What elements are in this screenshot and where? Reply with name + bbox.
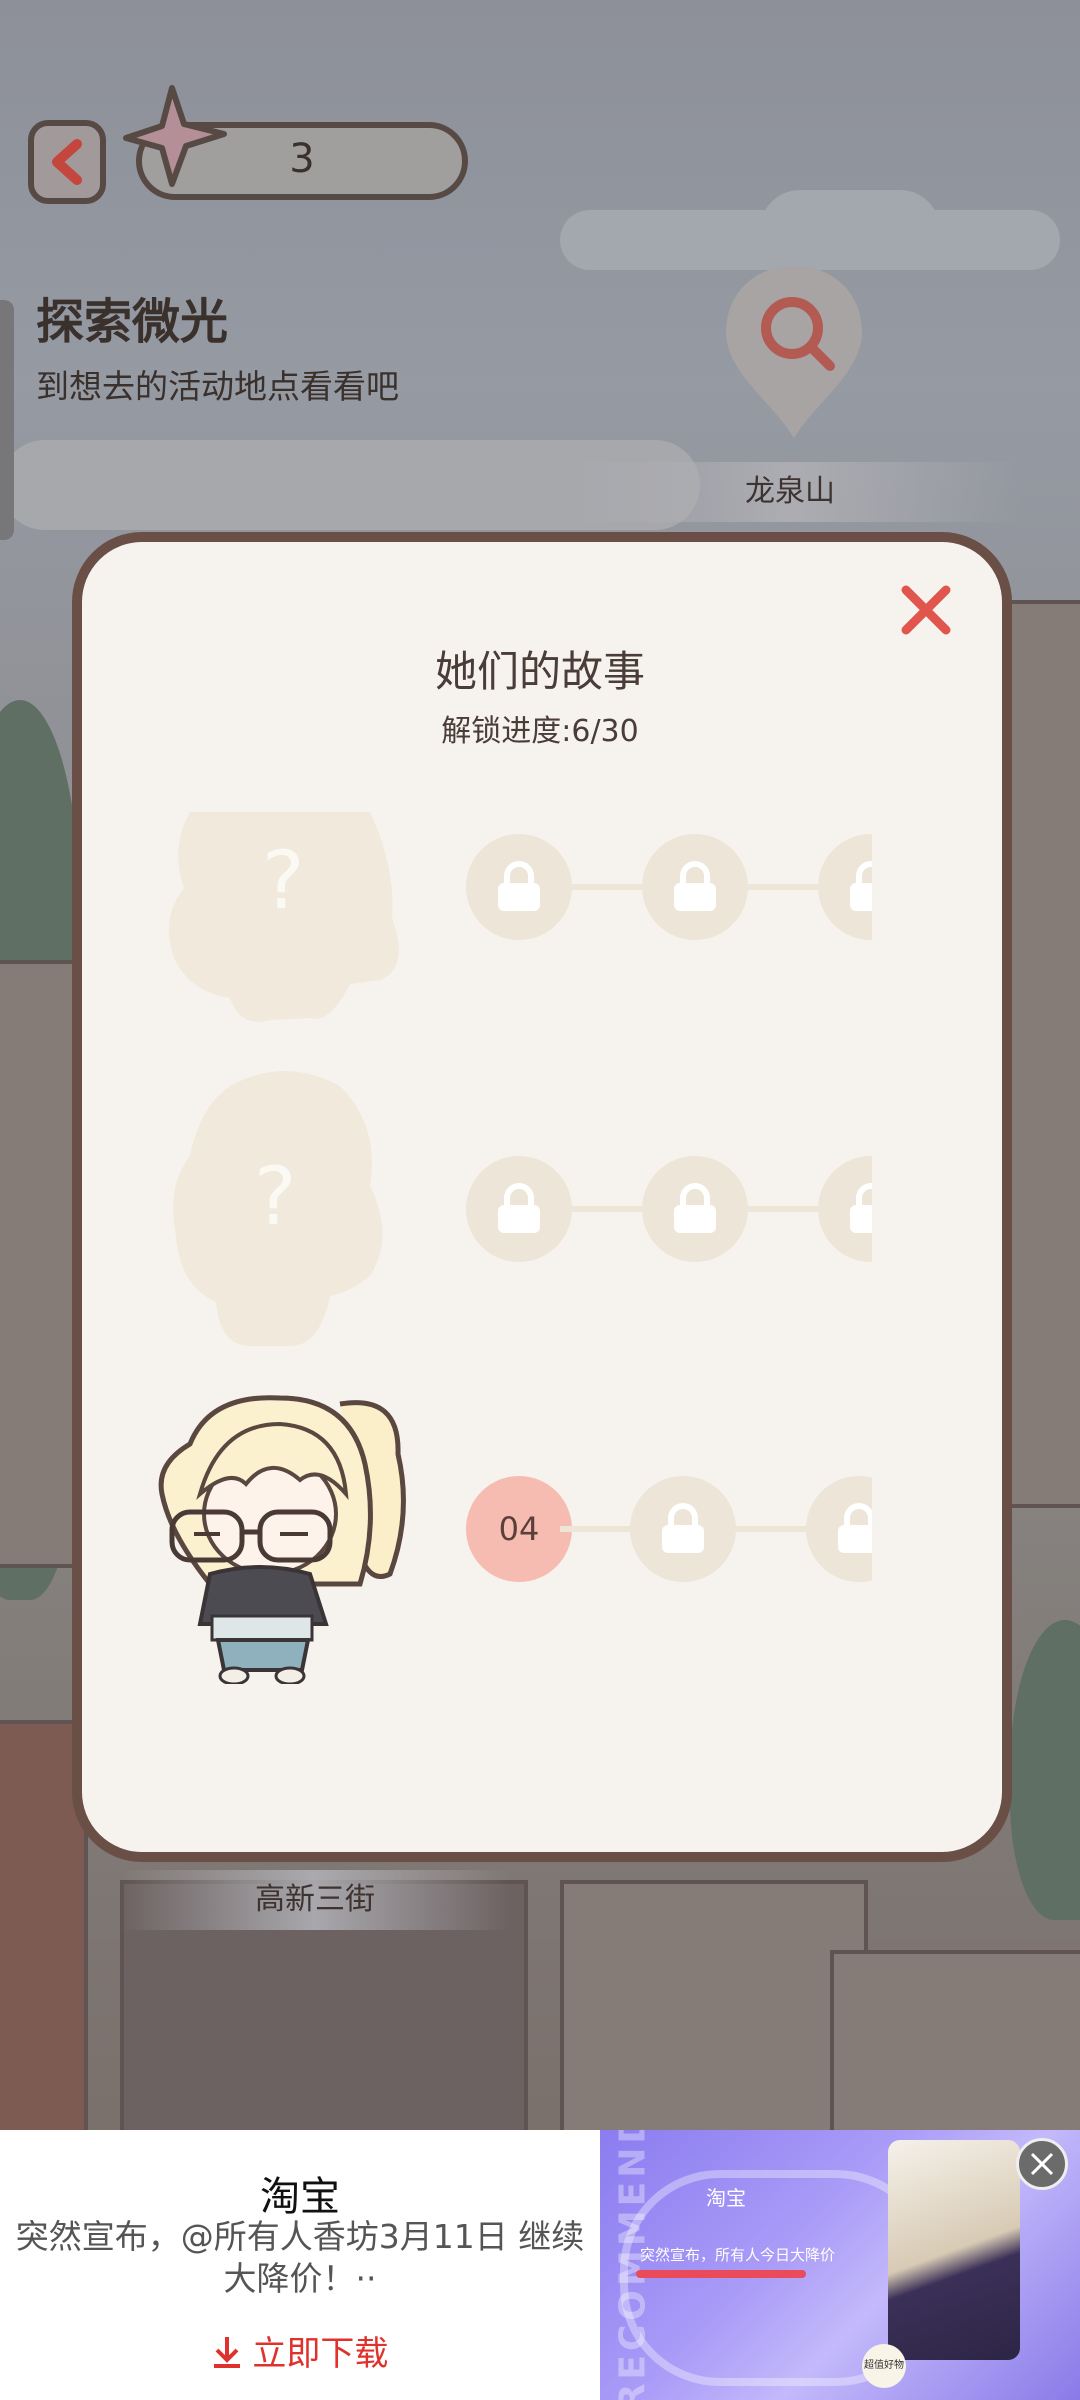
character-portrait[interactable] bbox=[150, 1384, 420, 1684]
locked-character-placeholder: ? bbox=[262, 834, 305, 927]
close-icon bbox=[1030, 2152, 1054, 2176]
story-row-2 bbox=[466, 1156, 872, 1266]
connector-line bbox=[748, 1206, 818, 1212]
lock-icon bbox=[838, 1503, 872, 1553]
story-node-locked[interactable] bbox=[642, 1156, 748, 1262]
chevron-left-icon bbox=[52, 139, 82, 185]
location-label-gaoxin[interactable]: 高新三街 bbox=[120, 1870, 510, 1930]
location-search-pin-icon[interactable] bbox=[722, 262, 866, 442]
lock-icon bbox=[850, 861, 872, 911]
lock-icon bbox=[498, 1183, 540, 1233]
lock-icon bbox=[662, 1503, 704, 1553]
lock-icon bbox=[674, 1183, 716, 1233]
page-subtitle: 到想去的活动地点看看吧 bbox=[36, 367, 399, 406]
side-drawer-tab[interactable] bbox=[0, 300, 14, 540]
story-node-locked[interactable] bbox=[642, 834, 748, 940]
story-node-locked[interactable] bbox=[806, 1476, 872, 1582]
story-node-number: 04 bbox=[498, 1510, 540, 1548]
connector-line bbox=[736, 1526, 806, 1532]
lock-icon bbox=[674, 861, 716, 911]
ad-banner[interactable]: 淘宝 突然宣布，@所有人香坊3月11日 继续大降价！·· 立即下载 RECOMM… bbox=[0, 2130, 1080, 2400]
connector-line bbox=[748, 884, 818, 890]
ad-text-area[interactable]: 淘宝 突然宣布，@所有人香坊3月11日 继续大降价！·· 立即下载 bbox=[0, 2130, 600, 2400]
story-node-unlocked[interactable]: 04 bbox=[466, 1476, 572, 1582]
back-button[interactable] bbox=[28, 120, 106, 204]
story-node-locked[interactable] bbox=[466, 1156, 572, 1262]
connector-line bbox=[560, 1526, 630, 1532]
ad-image[interactable]: RECOMMEND 淘宝 突然宣布，所有人今日大降价 超值好物 bbox=[600, 2130, 1080, 2400]
connector-line bbox=[572, 884, 642, 890]
close-icon[interactable] bbox=[896, 580, 956, 640]
location-label-longquanshan[interactable]: 龙泉山 bbox=[560, 462, 1020, 522]
page-title: 探索微光 bbox=[36, 294, 229, 350]
ad-badge: 超值好物 bbox=[862, 2344, 906, 2388]
lock-icon bbox=[850, 1183, 872, 1233]
download-button[interactable]: 立即下载 bbox=[0, 2326, 600, 2375]
story-node-locked[interactable] bbox=[466, 834, 572, 940]
ad-image-caption: 突然宣布，所有人今日大降价 bbox=[640, 2246, 836, 2264]
unlock-progress: 解锁进度:6/30 bbox=[441, 714, 639, 749]
modal-title: 她们的故事 bbox=[434, 647, 645, 696]
ad-close-button[interactable] bbox=[1016, 2138, 1068, 2190]
story-node-locked[interactable] bbox=[818, 834, 872, 940]
ad-image-title: 淘宝 bbox=[706, 2186, 746, 2210]
download-icon bbox=[213, 2337, 240, 2368]
story-row-3: 04 bbox=[466, 1476, 872, 1586]
story-row-1 bbox=[466, 834, 872, 944]
connector-line bbox=[572, 1206, 642, 1212]
locked-character-placeholder: ? bbox=[254, 1150, 297, 1243]
story-node-locked[interactable] bbox=[818, 1156, 872, 1262]
ad-title: 淘宝 bbox=[260, 2174, 340, 2220]
star-icon bbox=[123, 85, 227, 187]
ad-product-photo bbox=[888, 2140, 1020, 2360]
lock-icon bbox=[498, 861, 540, 911]
ad-description: 突然宣布，@所有人香坊3月11日 继续大降价！·· bbox=[15, 2217, 585, 2298]
story-node-locked[interactable] bbox=[630, 1476, 736, 1582]
download-label: 立即下载 bbox=[252, 2334, 389, 2374]
